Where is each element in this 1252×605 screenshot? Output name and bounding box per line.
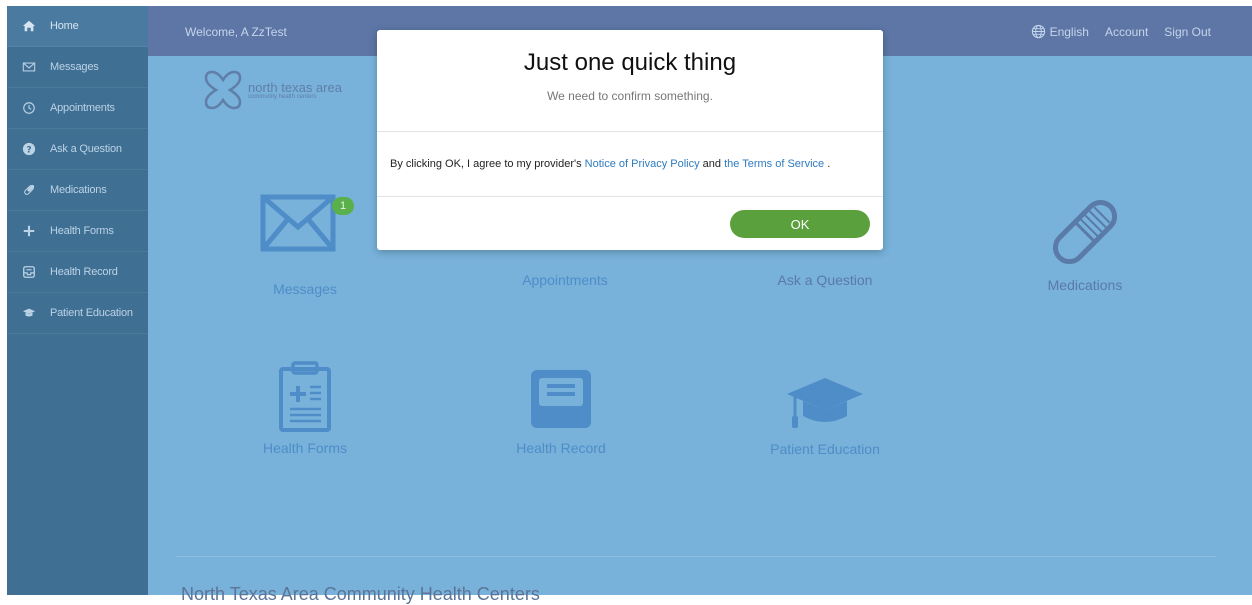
sidebar-item-health-forms[interactable]: Health Forms (7, 211, 148, 252)
account-link[interactable]: Account (1105, 25, 1148, 39)
inbox-icon (21, 264, 37, 280)
plus-icon (21, 223, 37, 239)
ok-button[interactable]: OK (730, 210, 870, 238)
sidebar-item-label: Medications (50, 184, 107, 196)
tile-label: Medications (1047, 277, 1123, 293)
sign-out-link[interactable]: Sign Out (1164, 25, 1211, 39)
clock-icon (21, 100, 37, 116)
tile-label: Patient Education (770, 441, 880, 457)
sidebar-item-health-record[interactable]: Health Record (7, 252, 148, 293)
tile-label: Health Record (516, 440, 606, 456)
graduation-cap-icon (21, 305, 37, 321)
tile-medications[interactable]: Medications (995, 194, 1175, 293)
tile-messages[interactable]: Messages (215, 194, 395, 297)
tile-label: Ask a Question (777, 272, 873, 288)
svg-text:?: ? (27, 146, 32, 156)
welcome-text: Welcome, A ZzTest (185, 25, 287, 39)
pill-icon (21, 182, 37, 198)
sidebar-item-ask-question[interactable]: ? Ask a Question (7, 129, 148, 170)
inbox-icon (531, 370, 591, 428)
sidebar-item-messages[interactable]: Messages (7, 47, 148, 88)
tile-label: Health Forms (262, 440, 348, 456)
sidebar-item-appointments[interactable]: Appointments (7, 88, 148, 129)
sidebar-item-label: Health Forms (50, 225, 114, 237)
graduation-cap-icon (787, 378, 863, 428)
sidebar-item-label: Health Record (50, 266, 118, 278)
globe-icon (1031, 24, 1045, 39)
dialog-footer: OK (377, 197, 883, 251)
confirm-dialog: Just one quick thing We need to confirm … (377, 30, 883, 250)
dialog-title: Just one quick thing (523, 49, 737, 76)
dialog-header: Just one quick thing We need to confirm … (377, 30, 883, 132)
dialog-body-and: and (699, 158, 725, 170)
messages-badge: 1 (332, 197, 354, 215)
language-selector[interactable]: English (1031, 24, 1089, 39)
tile-label: Messages (273, 281, 337, 297)
sidebar-item-label: Patient Education (50, 307, 133, 319)
sidebar-item-label: Home (50, 20, 79, 32)
dialog-body-text: By clicking OK, I agree to my provider's (390, 158, 585, 170)
tile-patient-education[interactable]: Patient Education (735, 374, 915, 457)
envelope-icon (260, 194, 336, 252)
tile-health-forms[interactable]: Health Forms (215, 361, 395, 456)
dialog-body: By clicking OK, I agree to my provider's… (377, 132, 883, 197)
envelope-icon (21, 59, 37, 75)
tile-health-record[interactable]: Health Record (471, 368, 651, 456)
tile-label: Appointments (522, 272, 608, 288)
home-icon (21, 18, 37, 34)
sidebar-item-label: Appointments (50, 102, 115, 114)
question-icon: ? (21, 141, 37, 157)
dialog-subtitle: We need to confirm something. (547, 89, 713, 103)
sidebar-item-home[interactable]: Home (7, 6, 148, 47)
terms-of-service-link[interactable]: the Terms of Service (724, 158, 824, 170)
clipboard-icon (279, 361, 331, 432)
tile-appointments[interactable]: Appointments (475, 272, 655, 288)
logo-mark-icon (204, 70, 242, 110)
sidebar-item-label: Ask a Question (50, 143, 122, 155)
privacy-policy-link[interactable]: Notice of Privacy Policy (585, 158, 700, 170)
pill-icon (1052, 199, 1118, 265)
top-bar-actions: English Account Sign Out (1031, 24, 1211, 39)
divider (176, 556, 1216, 557)
sidebar: Home Messages Appointments ? Ask a Quest… (7, 6, 148, 595)
logo-line1: north texas area (248, 79, 342, 95)
sidebar-item-patient-education[interactable]: Patient Education (7, 293, 148, 334)
logo: north texas area community health center… (200, 68, 342, 112)
tile-ask-question[interactable]: Ask a Question (735, 272, 915, 288)
dialog-body-suffix: . (824, 158, 831, 170)
sidebar-item-medications[interactable]: Medications (7, 170, 148, 211)
language-label: English (1049, 24, 1089, 39)
sidebar-item-label: Messages (50, 61, 99, 73)
